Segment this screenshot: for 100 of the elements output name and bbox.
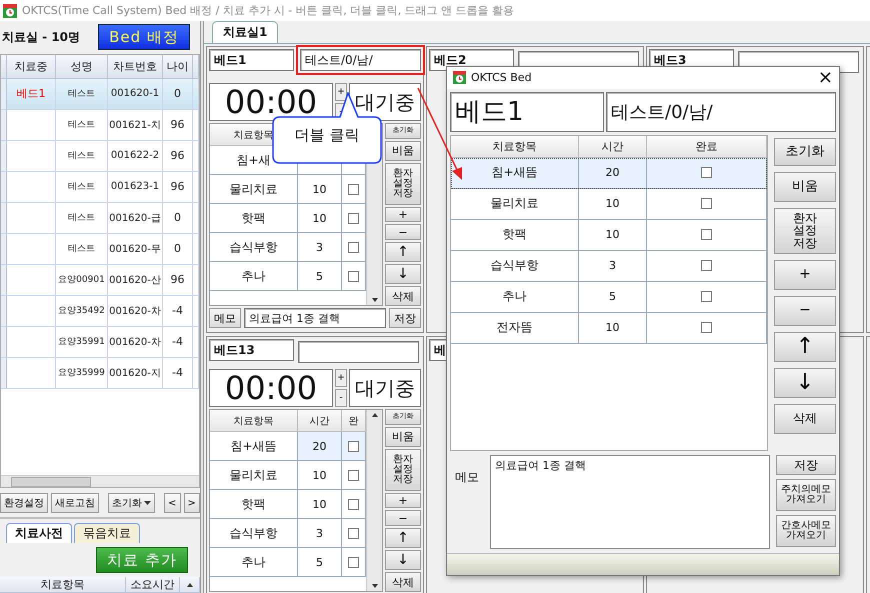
checkbox[interactable] — [701, 322, 712, 334]
time-cell: 5 — [298, 548, 342, 577]
checkbox[interactable] — [348, 556, 359, 568]
treatment-cell: 전자뜸 — [451, 312, 579, 344]
side-button[interactable]: − — [774, 296, 836, 326]
side-button[interactable]: 비움 — [385, 140, 421, 161]
memo-label: 메모 — [454, 469, 480, 486]
next-button[interactable]: > — [184, 493, 200, 514]
patient-field[interactable]: 테스트/0/남/ — [300, 49, 421, 71]
time-cell: 3 — [298, 519, 342, 548]
patient-row[interactable]: 테스트 001621-치 96 — [1, 110, 199, 141]
patient-field[interactable] — [298, 341, 419, 363]
checkbox[interactable] — [701, 167, 712, 178]
side-button[interactable]: ↓ — [774, 368, 836, 398]
memo-button[interactable]: 저장 — [776, 455, 836, 476]
time-cell: 10 — [298, 204, 342, 233]
reset-dropdown[interactable]: 초기화 — [108, 493, 155, 514]
side-button[interactable]: 비움 — [385, 426, 421, 447]
column-header: 시간 — [298, 410, 342, 432]
checkbox[interactable] — [348, 212, 359, 224]
side-button[interactable]: 삭제 — [774, 404, 836, 434]
tab[interactable]: 치료실1 — [212, 21, 278, 43]
column-header: 소요시간 — [126, 577, 180, 593]
checkbox[interactable] — [701, 229, 712, 240]
tab[interactable]: 치료사전 — [6, 523, 72, 544]
treatment-cell: 추나 — [451, 282, 579, 313]
save-button[interactable]: 저장 — [389, 308, 421, 328]
side-button[interactable]: + — [385, 492, 421, 508]
checkbox[interactable] — [348, 498, 359, 510]
checkbox[interactable] — [348, 440, 359, 452]
side-button[interactable]: ↓ — [385, 264, 421, 284]
memo-field[interactable]: 의료급여 1종 결핵 — [244, 308, 386, 328]
time-cell: 5 — [579, 282, 647, 313]
bed-name-field[interactable]: 베드1 — [450, 92, 604, 132]
patient-row[interactable]: 요양00901 001620-산 96 — [1, 264, 199, 296]
side-button[interactable]: 삭제 — [385, 286, 421, 306]
checkbox[interactable] — [701, 291, 712, 302]
memo-button[interactable]: 메모 — [209, 308, 241, 328]
patient-row[interactable]: 요양35999 001620-지 -4 — [1, 358, 199, 389]
treatment-cell: 침+새뜸 — [451, 158, 579, 189]
caret-icon — [144, 500, 151, 506]
side-button[interactable]: ↑ — [774, 332, 836, 362]
header-cell — [193, 54, 199, 79]
side-button[interactable]: ↓ — [385, 550, 421, 570]
side-button[interactable]: 삭제 — [385, 572, 421, 592]
treatment-cell: 핫팩 — [210, 204, 298, 233]
side-button[interactable]: ↑ — [385, 528, 421, 548]
toolbar-button[interactable]: 새로고침 — [51, 493, 99, 514]
memo-button[interactable]: 주치의메모 가져오기 — [776, 479, 836, 512]
side-button[interactable]: + — [774, 260, 836, 290]
previous-button[interactable]: < — [164, 493, 180, 514]
increase-button[interactable]: + — [335, 83, 347, 101]
time-cell: 10 — [298, 490, 342, 519]
column-header: 치료중 — [7, 54, 56, 79]
scrollbar[interactable] — [1, 475, 199, 488]
scrollbar[interactable] — [366, 410, 382, 591]
side-button[interactable]: + — [385, 206, 421, 222]
status-display: 대기중 — [349, 83, 421, 121]
checkbox[interactable] — [348, 184, 359, 194]
patient-row[interactable]: 테스트 001623-1 96 — [1, 172, 199, 203]
increase-button[interactable]: + — [335, 369, 347, 387]
checkbox[interactable] — [701, 198, 712, 210]
side-button[interactable]: ↑ — [385, 242, 421, 262]
checkbox[interactable] — [348, 470, 359, 480]
decrease-button[interactable]: - — [335, 389, 347, 407]
side-button[interactable]: 비움 — [774, 172, 836, 202]
patient-row[interactable]: 베드1 테스트 001620-1 0 — [1, 78, 199, 110]
patient-field[interactable]: 테스트/0/남/ — [606, 92, 836, 132]
patient-row[interactable]: 요양35991 001620-차 -4 — [1, 326, 199, 358]
side-button[interactable]: 초기화 — [774, 138, 836, 166]
patient-row[interactable]: 테스트 001622-2 96 — [1, 140, 199, 172]
side-button[interactable]: − — [385, 224, 421, 240]
time-cell: 10 — [579, 188, 647, 220]
time-cell: 20 — [579, 158, 647, 189]
scroll-up-button[interactable] — [180, 577, 200, 593]
time-cell: 3 — [298, 233, 342, 262]
side-button[interactable]: 환자 설정 저장 — [385, 162, 421, 205]
close-button[interactable]: × — [818, 68, 833, 87]
patient-row[interactable]: 테스트 001620-무 0 — [1, 234, 199, 265]
side-button[interactable]: − — [385, 510, 421, 526]
patient-row[interactable]: 테스트 001620-급 0 — [1, 202, 199, 234]
toolbar-button[interactable]: 환경설정 — [0, 493, 48, 514]
patient-row[interactable]: 요양35492 001620-차 -4 — [1, 296, 199, 327]
side-button[interactable]: 환자 설정 저장 — [385, 448, 421, 491]
memo-field[interactable]: 의료급여 1종 결핵 — [490, 455, 770, 550]
column-header: 차트번호 — [108, 54, 163, 79]
column-header: 나이 — [163, 54, 193, 79]
treatment-cell: 물리치료 — [210, 461, 298, 490]
checkbox[interactable] — [348, 270, 359, 282]
checkbox[interactable] — [701, 260, 712, 272]
memo-button[interactable]: 간호사메모 가져오기 — [776, 515, 836, 548]
bed-name-field[interactable]: 베드1 — [209, 49, 294, 71]
checkbox[interactable] — [348, 528, 359, 538]
side-button[interactable]: 환자 설정 저장 — [774, 208, 836, 254]
column-header: 치료항목 — [451, 136, 579, 158]
checkbox[interactable] — [348, 242, 359, 252]
assign-bed-button[interactable]: Bed 배정 — [98, 24, 190, 50]
treatment-cell: 추나 — [210, 548, 298, 577]
bed-name-field[interactable]: 베드13 — [209, 339, 294, 361]
tab[interactable]: 묶음치료 — [74, 523, 140, 544]
